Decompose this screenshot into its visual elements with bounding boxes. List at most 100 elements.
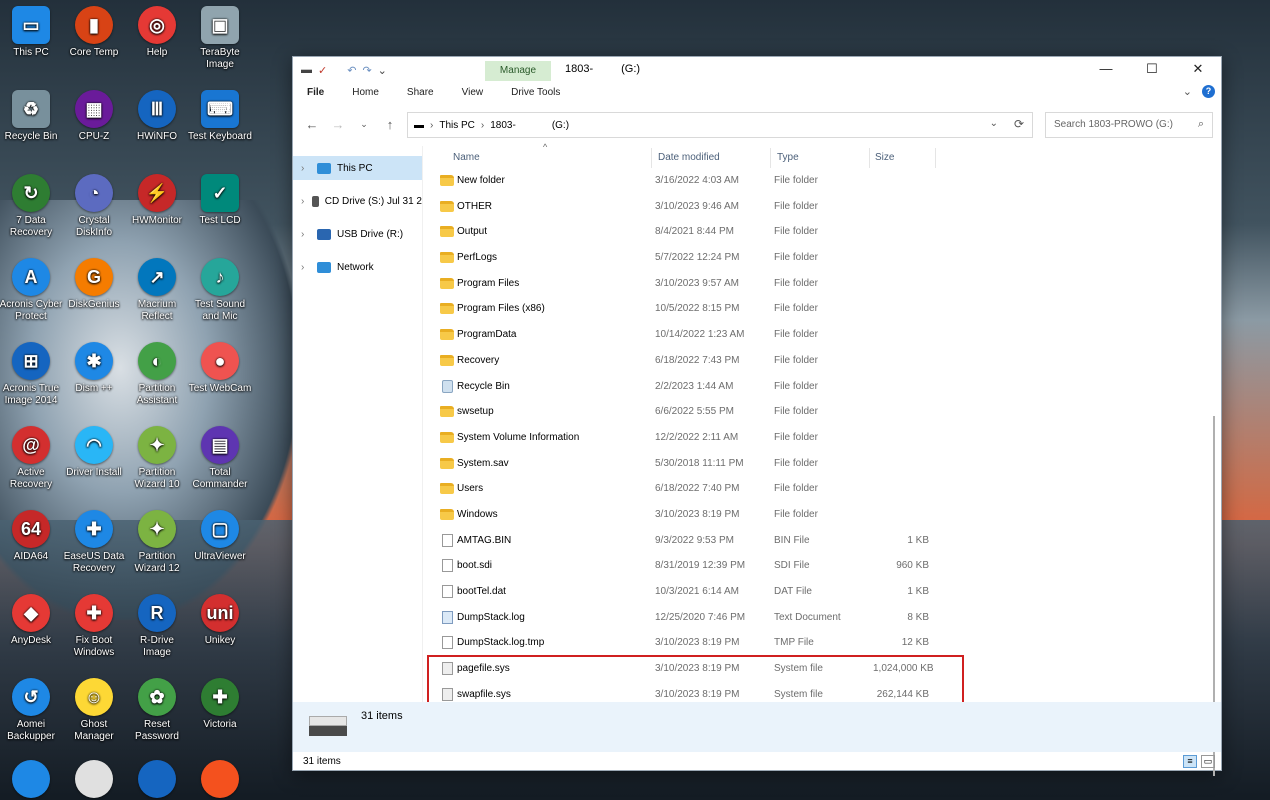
address-dropdown-icon[interactable]: ⌄: [990, 118, 998, 129]
desktop-icon[interactable]: [188, 760, 252, 800]
file-row[interactable]: bootTel.dat 10/3/2021 6:14 AM DAT File 1 KB: [423, 579, 1223, 605]
desktop-icon[interactable]: ✚ Fix Boot Windows: [62, 594, 126, 659]
desktop-icon[interactable]: [125, 760, 189, 800]
search-input[interactable]: Search 1803-PROWO (G:) ⌕: [1045, 112, 1213, 138]
desktop-icon[interactable]: [0, 760, 63, 800]
tab-home[interactable]: Home: [338, 83, 393, 103]
column-size[interactable]: Size: [875, 152, 894, 163]
file-row[interactable]: ProgramData 10/14/2022 1:23 AM File folder: [423, 322, 1223, 348]
expand-chevron-icon[interactable]: ›: [301, 229, 311, 240]
properties-icon[interactable]: ✓: [318, 64, 327, 77]
desktop-icon[interactable]: ✦ Partition Wizard 12: [125, 510, 189, 575]
file-row[interactable]: System.sav 5/30/2018 11:11 PM File folder: [423, 451, 1223, 477]
desktop-icon[interactable]: ✚ EaseUS Data Recovery: [62, 510, 126, 575]
refresh-icon[interactable]: ⟳: [1014, 117, 1024, 131]
forward-arrow-icon[interactable]: →: [325, 117, 351, 132]
desktop-icon[interactable]: 64 AIDA64: [0, 510, 63, 563]
file-row[interactable]: Recycle Bin 2/2/2023 1:44 AM File folder: [423, 374, 1223, 400]
desktop-icon[interactable]: ♻ Recycle Bin: [0, 90, 63, 143]
maximize-button[interactable]: ☐: [1129, 57, 1175, 83]
breadcrumb-chevron-icon[interactable]: ›: [430, 120, 433, 131]
expand-chevron-icon[interactable]: ›: [301, 262, 311, 273]
desktop-icon[interactable]: ◎ Help: [125, 6, 189, 59]
recent-locations-chevron-icon[interactable]: ⌄: [351, 119, 377, 130]
file-row[interactable]: OTHER 3/10/2023 9:46 AM File folder: [423, 194, 1223, 220]
desktop-icon[interactable]: ✓ Test LCD: [188, 174, 252, 227]
details-view-icon[interactable]: ≡: [1183, 755, 1197, 768]
desktop-icon[interactable]: ↺ Aomei Backupper: [0, 678, 63, 743]
file-row[interactable]: DumpStack.log.tmp 3/10/2023 8:19 PM TMP Fi…: [423, 630, 1223, 656]
desktop-icon[interactable]: ◠ Driver Install: [62, 426, 126, 479]
nav-item[interactable]: › USB Drive (R:): [293, 222, 422, 246]
customize-toolbar-chevron-icon[interactable]: ⌄: [378, 64, 387, 77]
desktop-icon[interactable]: ▭ This PC: [0, 6, 63, 59]
system-menu-icon[interactable]: ▬: [301, 64, 312, 76]
desktop-icon[interactable]: ♪ Test Sound and Mic: [188, 258, 252, 323]
file-row[interactable]: DumpStack.log 12/25/2020 7:46 PM Text Docu…: [423, 605, 1223, 631]
address-bar[interactable]: ▬ › This PC › 1803- (G:) ⌄ ⟳: [407, 112, 1033, 138]
undo-icon[interactable]: ↶: [347, 64, 356, 77]
file-row[interactable]: Users 6/18/2022 7:40 PM File folder: [423, 476, 1223, 502]
desktop-icon[interactable]: ↗ Macrium Reflect: [125, 258, 189, 323]
desktop-icon[interactable]: [62, 760, 126, 800]
tab-file[interactable]: File: [293, 83, 338, 103]
desktop-icon[interactable]: ✱ Dism ++: [62, 342, 126, 395]
desktop-icon[interactable]: ◔ Crystal DiskInfo: [62, 174, 126, 239]
expand-ribbon-chevron-icon[interactable]: ⌄: [1183, 85, 1192, 98]
desktop-icon[interactable]: ▤ Total Commander: [188, 426, 252, 491]
desktop-icon[interactable]: @ Active Recovery: [0, 426, 63, 491]
column-type[interactable]: Type: [777, 152, 799, 163]
back-arrow-icon[interactable]: ←: [299, 117, 325, 132]
desktop-icon[interactable]: ▣ TeraByte Image: [188, 6, 252, 71]
large-icons-view-icon[interactable]: ▭: [1201, 755, 1215, 768]
desktop-icon[interactable]: ✦ Partition Wizard 10: [125, 426, 189, 491]
file-row[interactable]: Windows 3/10/2023 8:19 PM File folder: [423, 502, 1223, 528]
nav-item[interactable]: › Network: [293, 255, 422, 279]
desktop-icon[interactable]: ⌨ Test Keyboard: [188, 90, 252, 143]
close-button[interactable]: ✕: [1175, 57, 1221, 83]
minimize-button[interactable]: —: [1083, 57, 1129, 83]
expand-chevron-icon[interactable]: ›: [301, 196, 306, 207]
breadcrumb-this-pc[interactable]: This PC: [439, 120, 475, 131]
breadcrumb-drive[interactable]: 1803- (G:): [490, 120, 569, 131]
file-row[interactable]: PerfLogs 5/7/2022 12:24 PM File folder: [423, 245, 1223, 271]
desktop-icon[interactable]: uni Unikey: [188, 594, 252, 647]
desktop-icon[interactable]: Ⅲ HWiNFO: [125, 90, 189, 143]
desktop-icon[interactable]: ☺ Ghost Manager: [62, 678, 126, 743]
column-date-modified[interactable]: Date modified: [658, 152, 720, 163]
desktop-icon[interactable]: G DiskGenius: [62, 258, 126, 311]
desktop-icon[interactable]: ✿ Reset Password: [125, 678, 189, 743]
column-name[interactable]: Name: [453, 152, 480, 163]
desktop-icon[interactable]: ▢ UltraViewer: [188, 510, 252, 563]
breadcrumb-chevron-icon[interactable]: ›: [481, 120, 484, 131]
expand-chevron-icon[interactable]: ›: [301, 163, 311, 174]
tab-drive-tools[interactable]: Drive Tools: [497, 83, 574, 103]
help-icon[interactable]: ?: [1202, 85, 1215, 98]
desktop-icon[interactable]: ● Test WebCam: [188, 342, 252, 395]
file-row[interactable]: Recovery 6/18/2022 7:43 PM File folder: [423, 348, 1223, 374]
file-row[interactable]: New folder 3/16/2022 4:03 AM File folder: [423, 168, 1223, 194]
nav-item[interactable]: › This PC: [293, 156, 422, 180]
desktop-icon[interactable]: ⚡ HWMonitor: [125, 174, 189, 227]
file-row[interactable]: Program Files 3/10/2023 9:57 AM File folde…: [423, 271, 1223, 297]
tab-share[interactable]: Share: [393, 83, 448, 103]
desktop-icon[interactable]: ▮ Core Temp: [62, 6, 126, 59]
desktop-icon[interactable]: ▦ CPU-Z: [62, 90, 126, 143]
desktop-icon[interactable]: ↻ 7 Data Recovery: [0, 174, 63, 239]
tab-view[interactable]: View: [448, 83, 498, 103]
up-arrow-icon[interactable]: ↑: [377, 117, 403, 132]
file-row[interactable]: swsetup 6/6/2022 5:55 PM File folder: [423, 399, 1223, 425]
file-row[interactable]: AMTAG.BIN 9/3/2022 9:53 PM BIN File 1 KB: [423, 528, 1223, 554]
desktop-icon[interactable]: ◐ Partition Assistant: [125, 342, 189, 407]
desktop-icon[interactable]: A Acronis Cyber Protect: [0, 258, 63, 323]
nav-item[interactable]: › CD Drive (S:) Jul 31 2: [293, 189, 422, 213]
desktop-icon[interactable]: ✚ Victoria: [188, 678, 252, 731]
file-row[interactable]: Program Files (x86) 10/5/2022 8:15 PM File…: [423, 296, 1223, 322]
redo-icon[interactable]: ↷: [362, 64, 371, 77]
desktop-icon[interactable]: ◆ AnyDesk: [0, 594, 63, 647]
desktop-icon[interactable]: R R-Drive Image: [125, 594, 189, 659]
file-row[interactable]: boot.sdi 8/31/2019 12:39 PM SDI File 960 KB: [423, 553, 1223, 579]
manage-tab[interactable]: Manage: [485, 61, 551, 81]
file-row[interactable]: System Volume Information 12/2/2022 2:11 …: [423, 425, 1223, 451]
file-row[interactable]: Output 8/4/2021 8:44 PM File folder: [423, 219, 1223, 245]
